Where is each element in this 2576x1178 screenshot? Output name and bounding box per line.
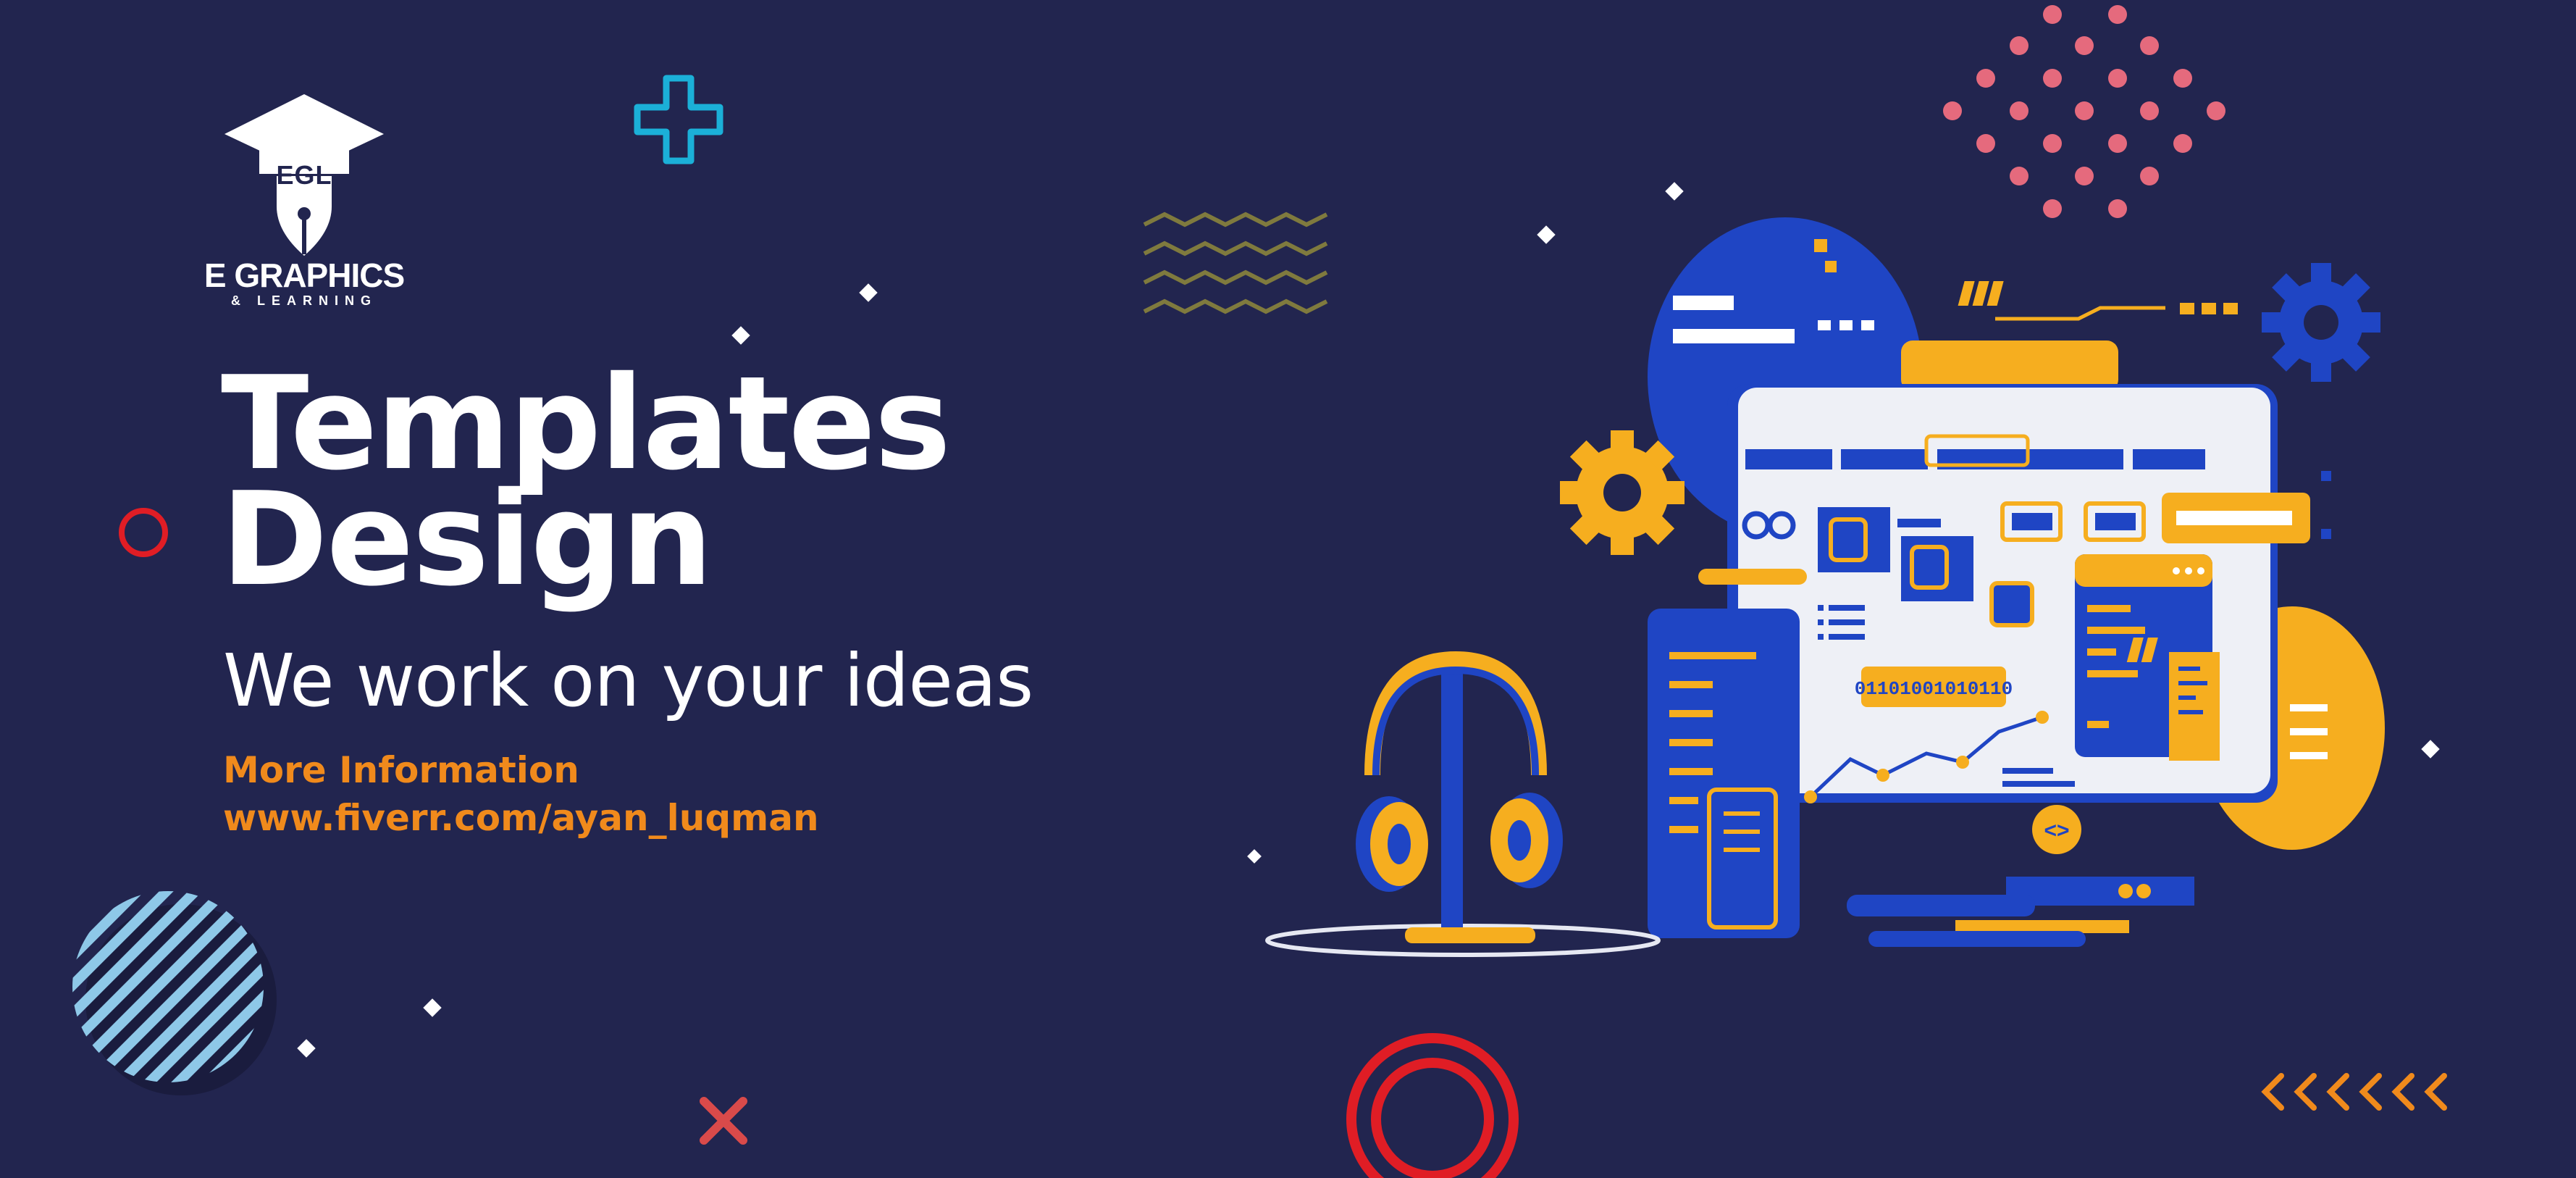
contact-url[interactable]: www.fiverr.com/ayan_luqman [223, 794, 819, 842]
gear-icon [2262, 263, 2380, 382]
hero-subtitle: We work on your ideas [223, 638, 1033, 723]
brand-monogram: EGL [276, 160, 332, 190]
brand-logo: EGL E GRAPHICS & LEARNING [204, 91, 405, 308]
brand-name: E GRAPHICS [204, 256, 405, 294]
contact-block: More Information www.fiverr.com/ayan_luq… [223, 746, 819, 842]
code-symbol-text: <> [2044, 819, 2069, 843]
web-design-illustration: 01101001010110 <> [1265, 217, 2385, 957]
ring-small-icon [119, 508, 168, 557]
cross-icon [700, 1097, 747, 1145]
striped-circle-icon [72, 891, 277, 1095]
headphones-icon [1265, 651, 1661, 957]
binary-code-label: 01101001010110 [1855, 678, 2013, 700]
brand-tagline: & LEARNING [231, 293, 377, 308]
hero-title-line-2: Design [221, 464, 713, 614]
chevrons-left-icon [2261, 1073, 2447, 1111]
plus-icon [634, 75, 723, 164]
gear-icon [1560, 430, 1685, 555]
double-ring-icon [1346, 1033, 1519, 1178]
contact-label: More Information [223, 749, 579, 791]
hero-title: Templates Design [221, 359, 951, 614]
